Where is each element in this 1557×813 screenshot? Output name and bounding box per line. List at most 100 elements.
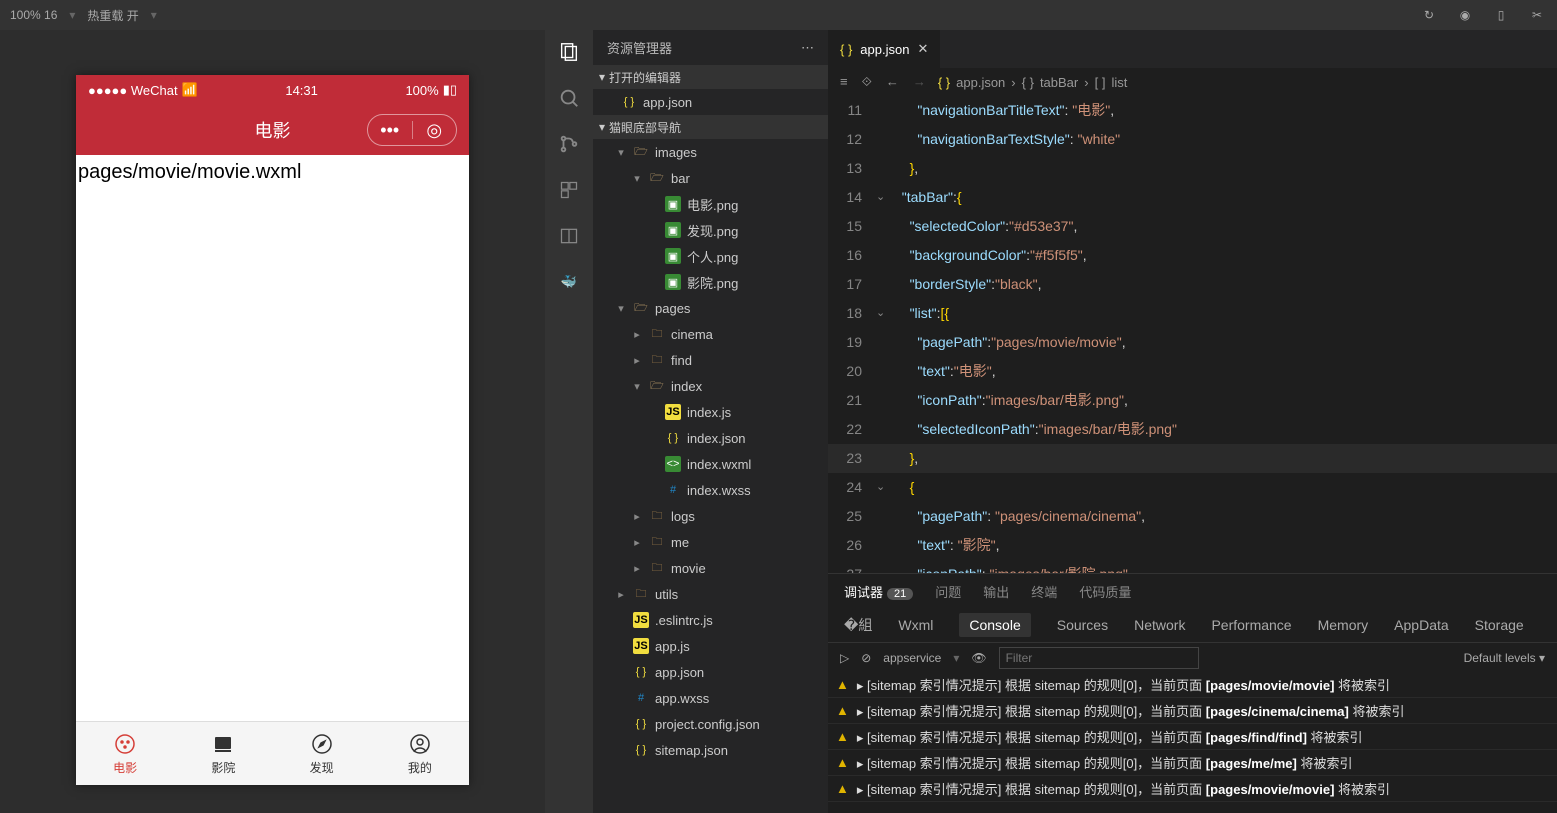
tree-node[interactable]: ▸🗀find — [593, 347, 828, 373]
devtools-tab[interactable]: Network — [1134, 617, 1185, 633]
tree-node[interactable]: JSapp.js — [593, 633, 828, 659]
tree-node[interactable]: ▸🗀cinema — [593, 321, 828, 347]
json-icon: { } — [621, 94, 637, 110]
tree-node[interactable]: ▾🗁images — [593, 139, 828, 165]
tree-node[interactable]: { }sitemap.json — [593, 737, 828, 763]
console-row[interactable]: ▲▸ [sitemap 索引情况提示] 根据 sitemap 的规则[0]，当前… — [828, 724, 1557, 750]
tree-node[interactable]: <>index.wxml — [593, 451, 828, 477]
bottom-panel: 调试器21 问题 输出 终端 代码质量 �組 Wxml Console Sources Net… — [828, 573, 1557, 813]
code-editor[interactable]: 11 "navigationBarTitleText": "电影",12 "na… — [828, 96, 1557, 573]
level-select[interactable]: Default levels ▾ — [1464, 651, 1545, 665]
devtools-tab[interactable]: Memory — [1318, 617, 1369, 633]
crumb-key[interactable]: list — [1111, 75, 1127, 90]
tree-node[interactable]: { }project.config.json — [593, 711, 828, 737]
project-section[interactable]: ▾猫眼底部导航 — [593, 115, 828, 139]
tree-node[interactable]: ▾🗁bar — [593, 165, 828, 191]
tab-item[interactable]: 我的 — [371, 722, 469, 785]
devtools-tab[interactable]: Performance — [1211, 617, 1291, 633]
console-output[interactable]: ▲▸ [sitemap 索引情况提示] 根据 sitemap 的规则[0]，当前… — [828, 672, 1557, 813]
forward-icon[interactable]: → — [913, 74, 926, 90]
console-row[interactable]: ▲▸ [sitemap 索引情况提示] 根据 sitemap 的规则[0]，当前… — [828, 698, 1557, 724]
console-toolbar: ▷ ⊘ appservice ▾ 👁 Default levels ▾ — [828, 642, 1557, 672]
capsule-close-icon[interactable]: ◎ — [413, 120, 457, 141]
tree-node[interactable]: ▸🗀logs — [593, 503, 828, 529]
tree-node[interactable]: ▾🗁index — [593, 373, 828, 399]
tree-node[interactable]: #app.wxss — [593, 685, 828, 711]
tree-node[interactable]: { }index.json — [593, 425, 828, 451]
zoom-level[interactable]: 100% 16 — [10, 8, 57, 22]
panel-tab[interactable]: 代码质量 — [1079, 582, 1131, 601]
crumb-key[interactable]: tabBar — [1040, 75, 1078, 90]
devtools-tab[interactable]: Sources — [1057, 617, 1108, 633]
console-row[interactable]: ▲▸ [sitemap 索引情况提示] 根据 sitemap 的规则[0]，当前… — [828, 672, 1557, 698]
hot-reload[interactable]: 热重载 开 — [87, 7, 138, 24]
tree-node[interactable]: ▣电影.png — [593, 191, 828, 217]
tree-node[interactable]: { }app.json — [593, 659, 828, 685]
devtools-tab[interactable]: Console — [959, 613, 1030, 637]
wxss-icon: # — [665, 482, 681, 498]
console-row[interactable]: ▲▸ [sitemap 索引情况提示] 根据 sitemap 的规则[0]，当前… — [828, 776, 1557, 802]
more-icon[interactable]: ⋯ — [801, 40, 814, 56]
refresh-icon[interactable]: ↻ — [1419, 5, 1439, 25]
search-icon[interactable] — [555, 84, 583, 112]
tab-item[interactable]: 发现 — [273, 722, 371, 785]
top-toolbar: 100% 16 ▾ 热重载 开 ▾ ↻ ◉ ▯ ✂ — [0, 0, 1557, 30]
explorer-title: 资源管理器 — [607, 38, 672, 57]
folder-open-icon: 🗁 — [649, 170, 665, 186]
page-body: pages/movie/movie.wxml — [76, 155, 469, 721]
tree-node[interactable]: JSindex.js — [593, 399, 828, 425]
folder-open-icon: 🗁 — [649, 378, 665, 394]
capsule-menu-icon[interactable]: ••• — [368, 120, 412, 141]
tab-item[interactable]: 电影 — [76, 722, 174, 785]
close-icon[interactable]: ✕ — [917, 41, 928, 57]
clear-icon[interactable]: ⊘ — [861, 651, 871, 665]
tab-item[interactable]: 影院 — [174, 722, 272, 785]
devtools-tab[interactable]: Wxml — [898, 617, 933, 633]
activity-bar: 🐳 — [545, 30, 593, 813]
tree-node[interactable]: #index.wxss — [593, 477, 828, 503]
tree-node[interactable]: ▸🗀movie — [593, 555, 828, 581]
extensions-icon[interactable] — [555, 176, 583, 204]
tree-node[interactable]: ▣发现.png — [593, 217, 828, 243]
tree-node[interactable]: ▸🗀me — [593, 529, 828, 555]
device-icon[interactable]: ▯ — [1491, 5, 1511, 25]
capsule[interactable]: ••• ◎ — [367, 114, 457, 146]
console-row[interactable]: ▲▸ [sitemap 索引情况提示] 根据 sitemap 的规则[0]，当前… — [828, 750, 1557, 776]
panel-tab[interactable]: 终端 — [1031, 582, 1057, 601]
explorer-icon[interactable] — [555, 38, 583, 66]
bracket-icon: [ ] — [1095, 75, 1106, 90]
open-editor-item[interactable]: { } app.json — [593, 89, 828, 115]
tree-node[interactable]: JS.eslintrc.js — [593, 607, 828, 633]
panel-tab[interactable]: 调试器21 — [844, 582, 913, 601]
devtools-tab[interactable]: AppData — [1394, 617, 1448, 633]
back-icon[interactable]: ← — [886, 74, 899, 90]
split-icon[interactable] — [555, 222, 583, 250]
phone-tabbar: 电影影院发现我的 — [76, 721, 469, 785]
panel-tab[interactable]: 输出 — [983, 582, 1009, 601]
devtools-tab[interactable]: Storage — [1475, 617, 1524, 633]
warning-icon: ▲ — [836, 729, 849, 744]
crumb-file[interactable]: app.json — [956, 75, 1005, 90]
context-select[interactable]: appservice — [883, 651, 941, 665]
editor-tab[interactable]: { } app.json ✕ — [828, 30, 940, 68]
tree-node[interactable]: ▾🗁pages — [593, 295, 828, 321]
docker-icon[interactable]: 🐳 — [555, 268, 583, 296]
play-icon[interactable]: ▷ — [840, 651, 849, 665]
cut-icon[interactable]: ✂ — [1527, 5, 1547, 25]
folder-icon: 🗀 — [649, 326, 665, 342]
filter-input[interactable] — [999, 647, 1199, 669]
inspect-icon[interactable]: �組 — [844, 615, 872, 635]
wifi-icon: 📶 — [182, 82, 198, 98]
clock: 14:31 — [198, 83, 406, 98]
panel-tab[interactable]: 问题 — [935, 582, 961, 601]
stop-icon[interactable]: ◉ — [1455, 5, 1475, 25]
tree-node[interactable]: ▸🗀utils — [593, 581, 828, 607]
open-editors-section[interactable]: ▾打开的编辑器 — [593, 65, 828, 89]
tree-node[interactable]: ▣个人.png — [593, 243, 828, 269]
warning-icon: ▲ — [836, 755, 849, 770]
eye-icon[interactable]: 👁 — [971, 651, 986, 665]
git-icon[interactable] — [555, 130, 583, 158]
tree-node[interactable]: ▣影院.png — [593, 269, 828, 295]
list-icon[interactable]: ≡ — [840, 74, 848, 90]
bookmark-icon[interactable]: ⟐ — [862, 74, 872, 90]
